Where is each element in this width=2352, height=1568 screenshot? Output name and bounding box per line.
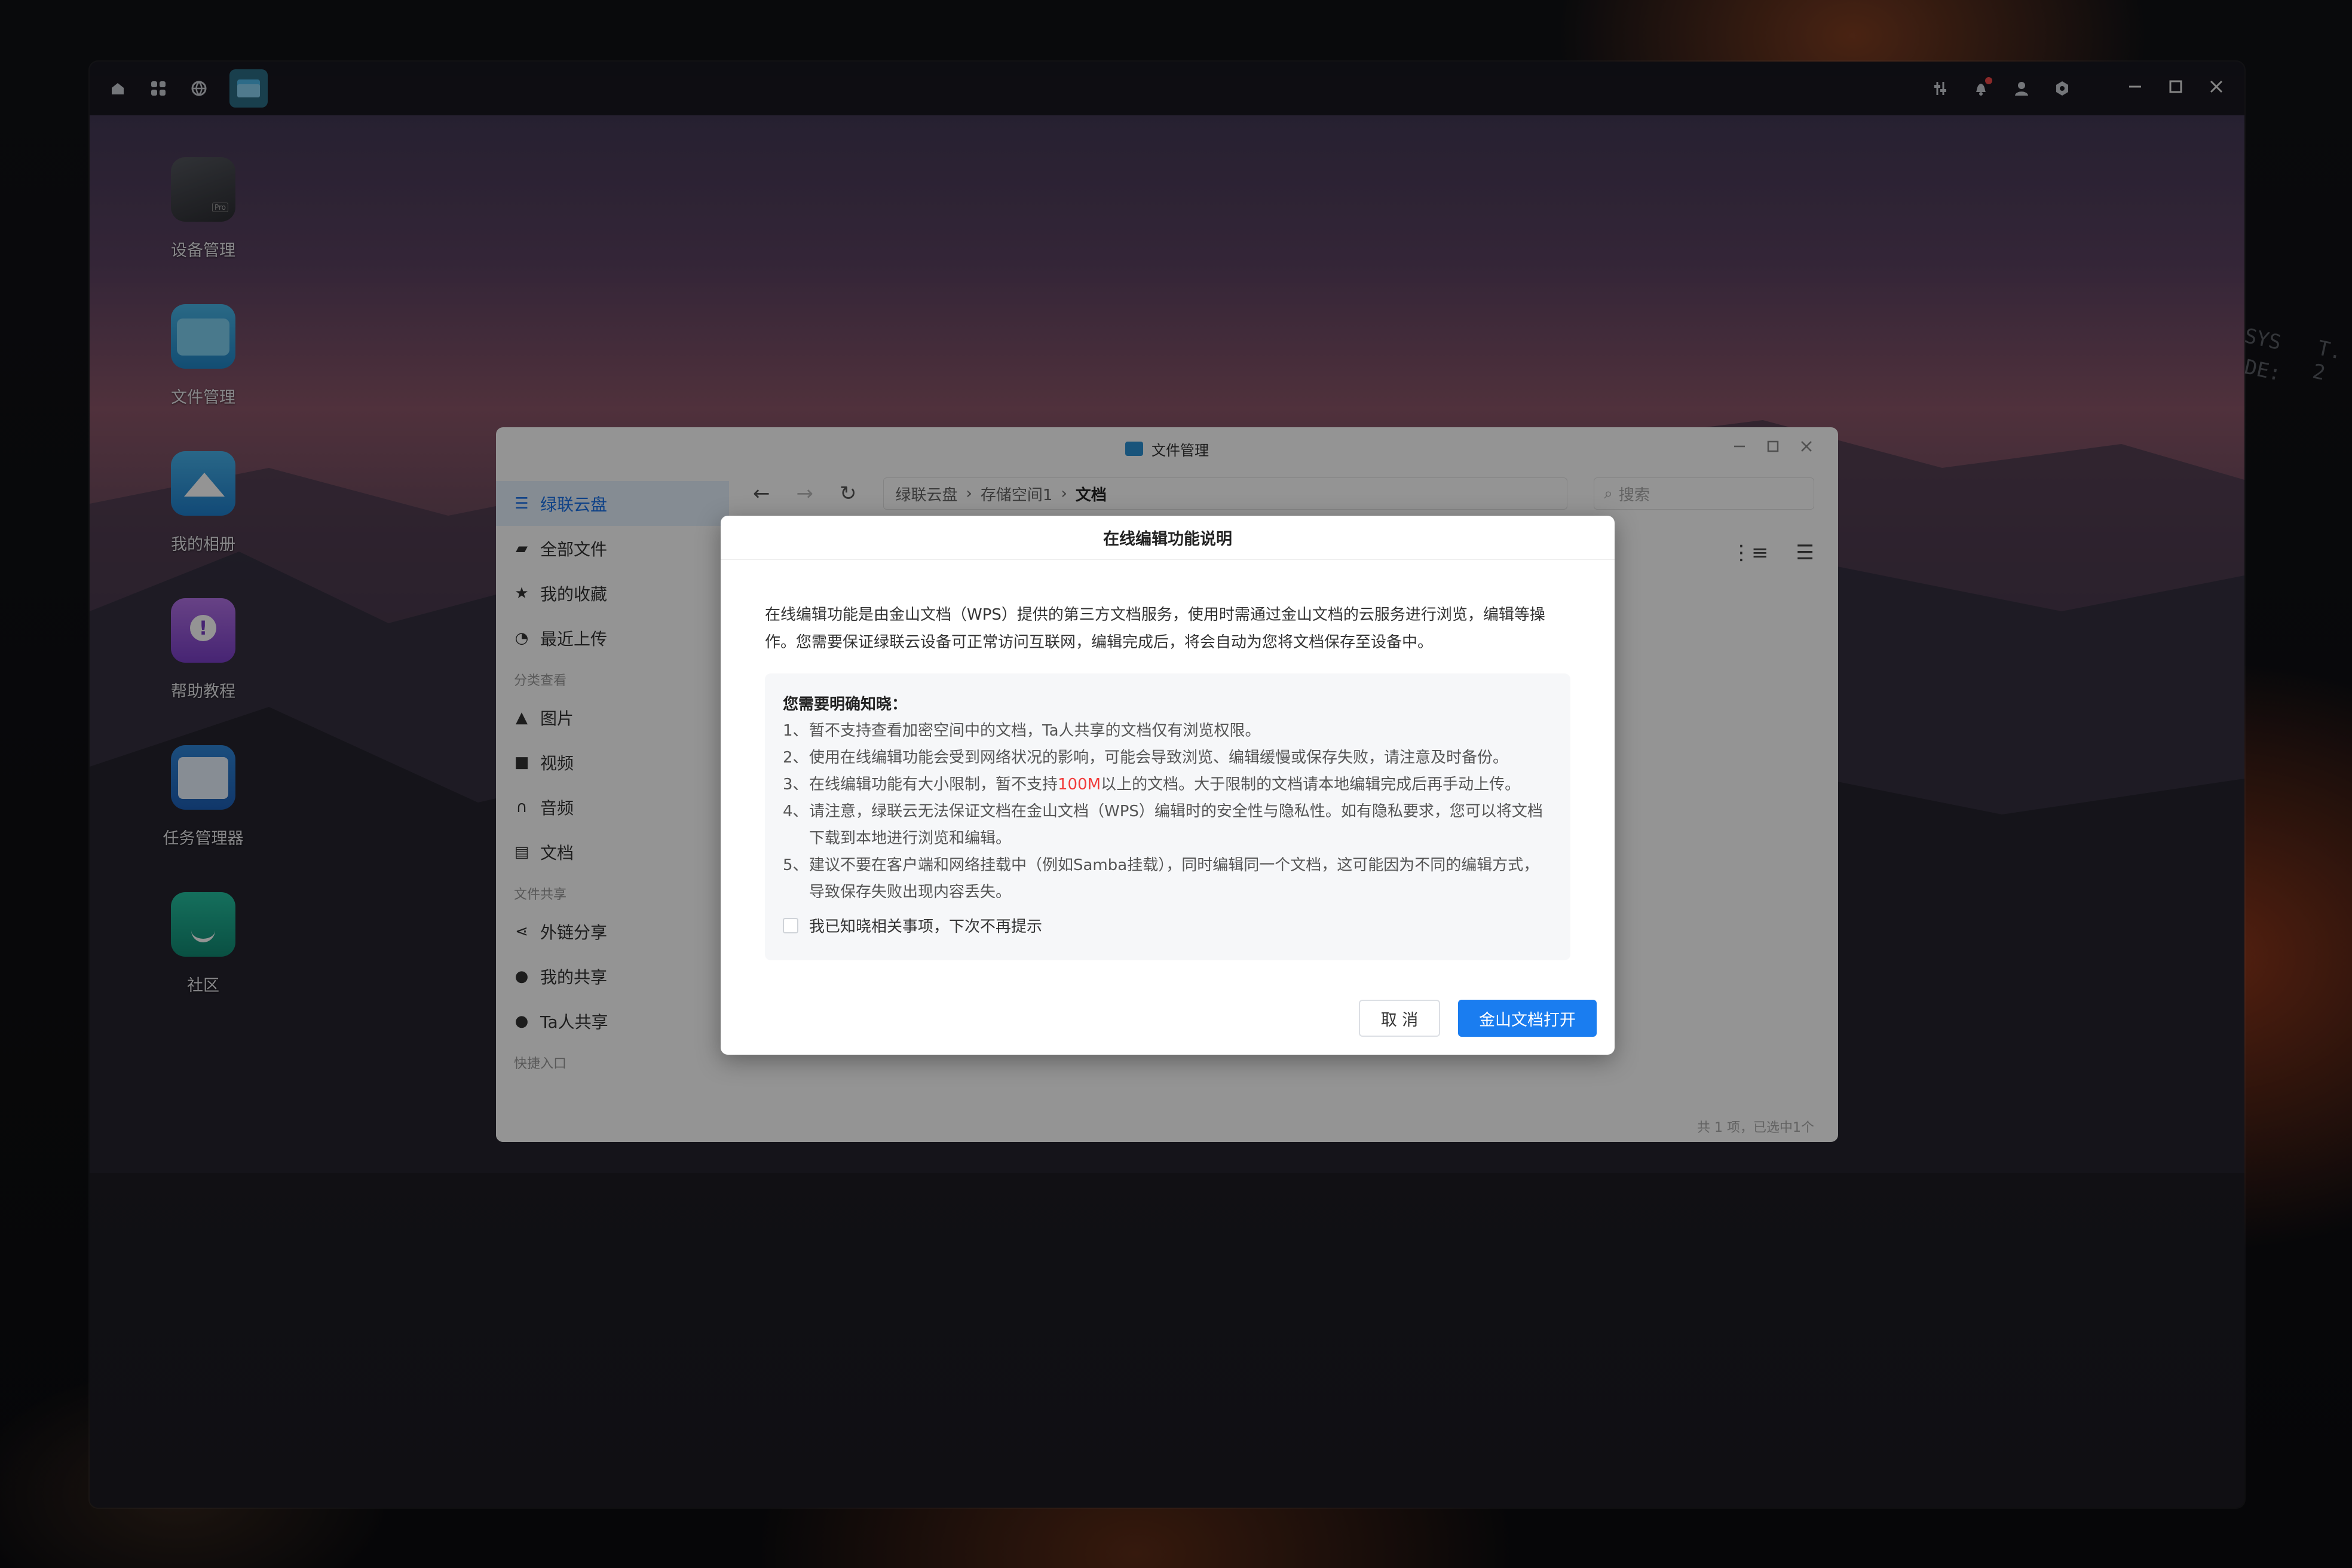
notice-item: 4、 请注意，绿联云无法保证文档在金山文档（WPS）编辑时的安全性与隐私性。如有… [783,798,1552,852]
dialog-title: 在线编辑功能说明 [721,516,1615,560]
open-with-wps-button[interactable]: 金山文档打开 [1458,1000,1597,1037]
dont-show-again-checkbox[interactable] [783,917,798,933]
notice-number: 1、 [783,722,808,740]
size-limit-highlight: 100M [1058,776,1101,794]
notice-number: 4、 [783,803,808,820]
notice-text: 暂不支持查看加密空间中的文档，Ta人共享的文档仅有浏览权限。 [809,722,1261,740]
notice-item: 3、 在线编辑功能有大小限制，暂不支持100M以上的文档。大于限制的文档请本地编… [783,771,1552,798]
notice-number: 3、 [783,776,808,794]
notice-text-part: 以上的文档。大于限制的文档请本地编辑完成后再手动上传。 [1101,776,1521,794]
notice-text: 在线编辑功能有大小限制，暂不支持100M以上的文档。大于限制的文档请本地编辑完成… [809,771,1520,798]
notice-text: 建议不要在客户端和网络挂载中（例如Samba挂载），同时编辑同一个文档，这可能因… [809,856,1539,901]
notice-item: 1、 暂不支持查看加密空间中的文档，Ta人共享的文档仅有浏览权限。 [783,718,1552,745]
notice-heading: 您需要明确知晓： [783,696,908,713]
notice-number: 2、 [783,749,808,767]
online-edit-dialog: 在线编辑功能说明 在线编辑功能是由金山文档（WPS）提供的第三方文档服务，使用时… [721,516,1615,1055]
notice-number: 5、 [783,856,808,874]
notice-item: 2、 使用在线编辑功能会受到网络状况的影响，可能会导致浏览、编辑缓慢或保存失败，… [783,745,1552,771]
notice-box: 您需要明确知晓： 1、 暂不支持查看加密空间中的文档，Ta人共享的文档仅有浏览权… [765,673,1570,960]
dont-show-again-label: 我已知晓相关事项，下次不再提示 [809,918,1043,936]
notice-item: 5、 建议不要在客户端和网络挂载中（例如Samba挂载），同时编辑同一个文档，这… [783,852,1552,906]
dialog-intro: 在线编辑功能是由金山文档（WPS）提供的第三方文档服务，使用时需通过金山文档的云… [765,606,1545,651]
dialog-buttons: 取 消 金山文档打开 [1359,1000,1597,1037]
notice-text-part: 在线编辑功能有大小限制，暂不支持 [809,776,1058,794]
cancel-button[interactable]: 取 消 [1359,1000,1440,1037]
dont-show-again-row[interactable]: 我已知晓相关事项，下次不再提示 [783,914,1552,936]
notice-text: 使用在线编辑功能会受到网络状况的影响，可能会导致浏览、编辑缓慢或保存失败，请注意… [809,749,1509,767]
notice-text: 请注意，绿联云无法保证文档在金山文档（WPS）编辑时的安全性与隐私性。如有隐私要… [809,803,1543,847]
